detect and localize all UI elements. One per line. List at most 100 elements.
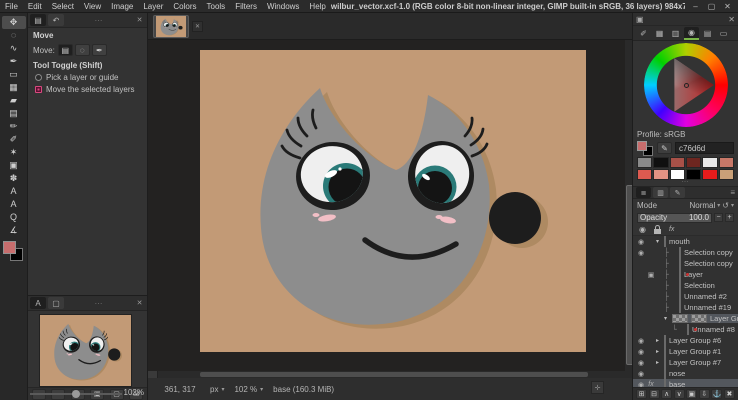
gradients-tab[interactable]: ▥	[668, 27, 683, 40]
airbrush-tool[interactable]: ✶	[2, 146, 26, 159]
pencil-tool[interactable]: ✏	[2, 120, 26, 133]
canvas[interactable]	[148, 40, 625, 371]
foreground-color-swatch[interactable]	[637, 141, 647, 151]
move-layer-toggle[interactable]: ▤	[58, 44, 73, 56]
quick-mask-toggle[interactable]	[148, 371, 158, 378]
delete-layer-button[interactable]: ✖	[724, 389, 735, 399]
image-tab-close-button[interactable]: ✕	[192, 21, 203, 32]
navigation-close-button[interactable]: ✕	[134, 298, 145, 309]
effects-column-icon[interactable]: fx	[669, 226, 674, 233]
layer-row-selection[interactable]: ├Selection	[633, 280, 738, 291]
visibility-column-icon[interactable]: ◉	[639, 225, 646, 234]
gradient-tool[interactable]: ▤	[2, 107, 26, 120]
layer-thumbnail[interactable]	[679, 302, 681, 313]
move-tool[interactable]: ✥	[2, 16, 26, 29]
paintbrush-tool[interactable]: ✐	[2, 133, 26, 146]
layer-row-base[interactable]: ◉fxbase	[633, 379, 738, 387]
merge-down-button[interactable]: ⇩	[699, 389, 710, 399]
fonts-tab[interactable]: A	[30, 297, 46, 309]
layer-expander[interactable]: ▾	[656, 238, 664, 245]
document-history-tab[interactable]: ▭	[716, 27, 731, 40]
layer-row-layer-group-7[interactable]: ◉▸Layer Group #7	[633, 357, 738, 368]
layer-thumbnail[interactable]	[664, 346, 666, 357]
new-group-button[interactable]: ⊟	[649, 389, 660, 399]
free-select-tool[interactable]: ∿	[2, 42, 26, 55]
image-tab-wilbur[interactable]	[153, 15, 189, 38]
navigation-zoom-slider[interactable]	[30, 390, 122, 398]
layer-visibility-toggle[interactable]: ◉	[636, 348, 646, 356]
dock-drag-handle[interactable]: ⋯	[66, 16, 132, 25]
lower-layer-button[interactable]: ∨	[674, 389, 685, 399]
navigation-tab[interactable]: ▢	[48, 297, 64, 309]
tool-toggle-option-1[interactable]: Pick a layer or guide	[35, 73, 142, 82]
menu-image[interactable]: Image	[106, 2, 138, 11]
patterns-tab[interactable]: ▦	[652, 27, 667, 40]
layer-row-unnamed-2[interactable]: ├Unnamed #2	[633, 291, 738, 302]
layer-row-mouth[interactable]: ◉▾mouth	[633, 236, 738, 247]
close-button[interactable]: ✕	[723, 2, 732, 11]
layer-thumbnail[interactable]	[664, 236, 666, 247]
color-marker[interactable]	[684, 83, 689, 88]
zoom-slider-thumb[interactable]	[72, 390, 80, 398]
text-tool[interactable]: A	[2, 185, 26, 198]
undo-history-tab[interactable]: ↶	[48, 14, 64, 26]
layer-expander[interactable]: ▸	[656, 348, 664, 355]
layer-row-layer-gr[interactable]: ▾Layer Gr	[633, 313, 738, 324]
radio-icon[interactable]	[35, 74, 42, 81]
palette-swatch[interactable]	[719, 169, 734, 180]
layer-row-unnamed-8[interactable]: └Unnamed #8	[633, 324, 738, 335]
layer-row-selection-copy[interactable]: ├Selection copy	[633, 258, 738, 269]
layer-row-selection-copy[interactable]: ◉├Selection copy	[633, 247, 738, 258]
color-hex-input[interactable]	[675, 142, 734, 154]
foreground-color-swatch[interactable]	[3, 241, 16, 254]
layer-thumbnail[interactable]	[691, 314, 707, 323]
menu-file[interactable]: File	[0, 2, 23, 11]
mode-reset-button[interactable]: ↺	[722, 201, 729, 210]
layer-thumbnail[interactable]	[664, 357, 666, 368]
menu-edit[interactable]: Edit	[23, 2, 47, 11]
menu-help[interactable]: Help	[304, 2, 330, 11]
layer-visibility-toggle[interactable]: ◉	[636, 337, 646, 345]
palette-swatch[interactable]	[653, 157, 668, 168]
layer-visibility-toggle[interactable]: ◉	[636, 370, 646, 378]
zoom-dropdown[interactable]: 102 %▾	[234, 385, 263, 394]
colors-dock-close-button[interactable]: ✕	[728, 15, 735, 24]
menu-windows[interactable]: Windows	[262, 2, 304, 11]
mode-select[interactable]: Normal ▾	[689, 201, 720, 210]
text-tool-secondary[interactable]: A	[2, 198, 26, 211]
opacity-increase-button[interactable]: +	[725, 213, 734, 222]
anchor-button[interactable]: ⚓	[711, 389, 722, 399]
move-path-toggle[interactable]: ✒	[92, 44, 107, 56]
palette-swatch[interactable]	[686, 157, 701, 168]
layer-thumbnail[interactable]	[672, 314, 688, 323]
menu-tools[interactable]: Tools	[202, 2, 231, 11]
navigation-corner-button[interactable]: ✛	[591, 381, 604, 394]
new-layer-button[interactable]: ⊞	[636, 389, 647, 399]
paths-tool[interactable]: ✒	[2, 55, 26, 68]
palettes-tab[interactable]: ▤	[700, 27, 715, 40]
layer-row-nose[interactable]: ◉nose	[633, 368, 738, 379]
move-selection-toggle[interactable]: ◌	[75, 44, 90, 56]
palette-swatch[interactable]	[637, 157, 652, 168]
layer-thumbnail[interactable]	[679, 247, 681, 258]
colors-tab[interactable]: ◉	[684, 27, 699, 40]
ellipse-select-tool[interactable]: ◌	[2, 29, 26, 42]
layers-tab[interactable]: ≣	[636, 187, 651, 198]
navigation-preview[interactable]	[40, 315, 131, 386]
menu-colors[interactable]: Colors	[168, 2, 201, 11]
layer-visibility-toggle[interactable]: ◉	[636, 238, 646, 246]
lock-icon[interactable]	[654, 229, 661, 234]
tool-toggle-option-2[interactable]: Move the selected layers	[35, 85, 142, 94]
layer-row-unnamed-19[interactable]: ├Unnamed #19	[633, 302, 738, 313]
menu-filters[interactable]: Filters	[230, 2, 262, 11]
layer-row-layer-group-6[interactable]: ◉▸Layer Group #6	[633, 335, 738, 346]
fg-bg-color-widget[interactable]	[637, 141, 654, 156]
tool-options-tab[interactable]: ▤	[30, 14, 46, 26]
layer-thumbnail[interactable]	[687, 324, 689, 335]
layer-row-layer-group-1[interactable]: ◉▸Layer Group #1	[633, 346, 738, 357]
palette-swatch[interactable]	[670, 157, 685, 168]
palette-swatch[interactable]	[702, 157, 717, 168]
layer-thumbnail[interactable]	[664, 368, 666, 379]
menu-layer[interactable]: Layer	[138, 2, 168, 11]
layer-thumbnail[interactable]	[664, 379, 666, 387]
